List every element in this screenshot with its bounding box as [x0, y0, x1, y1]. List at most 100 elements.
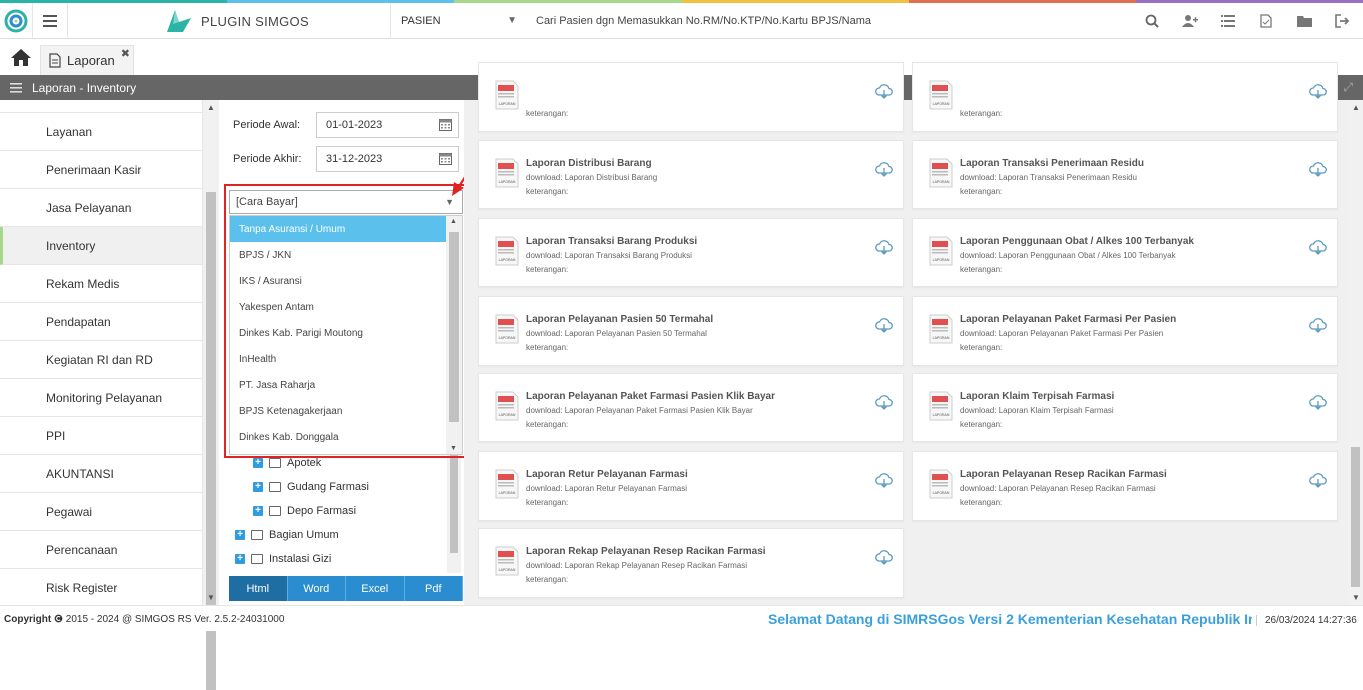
scrollbar-thumb[interactable] [450, 455, 458, 553]
expand-plus-icon[interactable]: + [253, 506, 263, 516]
report-title[interactable]: Laporan Pelayanan Paket Farmasi Per Pasi… [960, 314, 1176, 325]
report-title[interactable]: Laporan Pelayanan Paket Farmasi Pasien K… [526, 391, 775, 402]
tree-node-instalasi-gizi[interactable]: + Instalasi Gizi [235, 551, 331, 567]
sidebar-item-inventory[interactable]: Inventory [0, 227, 202, 265]
report-card[interactable]: LAPORAN Laporan Pelayanan Paket Farmasi P… [912, 296, 1338, 366]
cloud-download-icon[interactable] [1309, 83, 1327, 99]
tree-node-bagian-umum[interactable]: + Bagian Umum [235, 527, 339, 543]
sidebar-item-layanan[interactable]: Layanan [0, 113, 202, 151]
scroll-down-icon[interactable]: ▼ [207, 593, 215, 602]
report-title[interactable]: Laporan Pelayanan Resep Racikan Farmasi [960, 469, 1167, 480]
report-card[interactable]: LAPORAN Laporan Retur Pelayanan Farmasi do… [478, 451, 904, 521]
sidebar-item-akuntansi[interactable]: AKUNTANSI [0, 455, 202, 493]
scroll-up-icon[interactable]: ▲ [207, 103, 215, 112]
search-icon[interactable] [1143, 12, 1161, 30]
report-card[interactable]: LAPORAN Laporan Pelayanan Paket Farmasi P… [478, 373, 904, 442]
cloud-download-icon[interactable] [875, 472, 893, 488]
report-title[interactable]: Laporan Rekap Pelayanan Resep Racikan Fa… [526, 546, 766, 557]
expand-plus-icon[interactable]: + [253, 458, 263, 468]
cloud-download-icon[interactable] [875, 239, 893, 255]
sidebar-item-rekam-medis[interactable]: Rekam Medis [0, 265, 202, 303]
tree-node-depo-farmasi[interactable]: + Depo Farmasi [253, 503, 356, 519]
sidebar-item-ppi[interactable]: PPI [0, 417, 202, 455]
report-title[interactable]: Laporan Klaim Terpisah Farmasi [960, 391, 1114, 402]
report-title[interactable]: Laporan Pelayanan Pasien 50 Termahal [526, 314, 713, 325]
cloud-download-icon[interactable] [1309, 472, 1327, 488]
report-list-scrollbar[interactable]: ▲ ▼ [1348, 100, 1363, 605]
folder-icon [251, 554, 263, 564]
sidebar-item-perencanaan[interactable]: Perencanaan [0, 531, 202, 569]
sidebar-item-kegiatan-ri-rd[interactable]: Kegiatan RI dan RD [0, 341, 202, 379]
sidebar-item-partial[interactable] [0, 100, 202, 113]
hamburger-icon[interactable] [10, 82, 22, 93]
expand-plus-icon[interactable]: + [253, 482, 263, 492]
cloud-download-icon[interactable] [875, 549, 893, 565]
list-icon[interactable] [1219, 12, 1237, 30]
report-title[interactable]: Laporan Penggunaan Obat / Alkes 100 Terb… [960, 236, 1194, 247]
format-pdf-button[interactable]: Pdf [404, 576, 463, 601]
copyright-text: 2015 - 2024 @ SIMGOS RS Ver. 2.5.2-24031… [65, 614, 285, 625]
sidebar-item-risk-register[interactable]: Risk Register [0, 569, 202, 605]
cloud-download-icon[interactable] [1309, 317, 1327, 333]
add-user-icon[interactable] [1181, 12, 1199, 30]
report-card[interactable]: LAPORAN Laporan Transaksi Barang Produksi… [478, 218, 904, 287]
expand-plus-icon[interactable]: + [235, 554, 245, 564]
report-card[interactable]: LAPORAN Laporan Transaksi Penerimaan Resi… [912, 140, 1338, 209]
calendar-icon[interactable] [439, 118, 452, 134]
report-card[interactable]: LAPORAN keterangan: [478, 62, 904, 132]
sidebar-item-jasa-pelayanan[interactable]: Jasa Pelayanan [0, 189, 202, 227]
patient-search-input[interactable]: Cari Pasien dgn Memasukkan No.RM/No.KTP/… [536, 15, 871, 27]
report-card[interactable]: LAPORAN keterangan: [912, 62, 1338, 132]
sidebar-item-penerimaan-kasir[interactable]: Penerimaan Kasir [0, 151, 202, 189]
cloud-download-icon[interactable] [875, 317, 893, 333]
close-icon[interactable]: ✖ [121, 47, 130, 60]
report-card[interactable]: LAPORAN Laporan Klaim Terpisah Farmasi dow… [912, 373, 1338, 442]
periode-akhir-input[interactable]: 31-12-2023 [316, 146, 459, 172]
report-card[interactable]: LAPORAN Laporan Rekap Pelayanan Resep Rac… [478, 528, 904, 598]
report-title[interactable]: Laporan Retur Pelayanan Farmasi [526, 469, 688, 480]
report-card[interactable]: LAPORAN Laporan Pelayanan Pasien 50 Terma… [478, 296, 904, 366]
format-html-button[interactable]: Html [229, 576, 288, 601]
format-excel-button[interactable]: Excel [346, 576, 405, 601]
periode-awal-label: Periode Awal: [233, 119, 301, 131]
expand-plus-icon[interactable]: + [235, 530, 245, 540]
patient-mode-select[interactable]: PASIEN ▼ [390, 3, 525, 39]
periode-awal-input[interactable]: 01-01-2023 [316, 112, 459, 138]
home-icon[interactable] [10, 48, 32, 68]
sidebar-item-pendapatan[interactable]: Pendapatan [0, 303, 202, 341]
document-icon[interactable] [1257, 12, 1275, 30]
cloud-download-icon[interactable] [1309, 161, 1327, 177]
expand-icon[interactable]: ⤢ [1343, 80, 1353, 95]
pdf-file-icon: LAPORAN [929, 80, 953, 110]
report-card[interactable]: LAPORAN Laporan Pelayanan Resep Racikan F… [912, 451, 1338, 521]
sidebar-item-monitoring-pelayanan[interactable]: Monitoring Pelayanan [0, 379, 202, 417]
cloud-download-icon[interactable] [875, 394, 893, 410]
menu-toggle-button[interactable] [32, 3, 68, 39]
report-card[interactable]: LAPORAN Laporan Penggunaan Obat / Alkes 1… [912, 218, 1338, 287]
pdf-file-icon: LAPORAN [495, 158, 519, 188]
pdf-file-icon: LAPORAN [929, 158, 953, 188]
format-word-button[interactable]: Word [287, 576, 346, 601]
report-keterangan: keterangan: [526, 498, 569, 507]
cloud-download-icon[interactable] [875, 83, 893, 99]
sidebar-item-pegawai[interactable]: Pegawai [0, 493, 202, 531]
tab-laporan[interactable]: Laporan ✖ [40, 45, 134, 75]
sidebar-scrollbar[interactable]: ▲ ▼ [203, 100, 219, 690]
report-title[interactable]: Laporan Transaksi Barang Produksi [526, 236, 697, 247]
app-logo[interactable] [0, 3, 32, 39]
cloud-download-icon[interactable] [875, 161, 893, 177]
cloud-download-icon[interactable] [1309, 239, 1327, 255]
scrollbar-thumb[interactable] [1351, 447, 1360, 587]
scroll-down-icon[interactable]: ▼ [1352, 593, 1360, 602]
tree-scrollbar[interactable] [447, 455, 461, 573]
tree-node-gudang-farmasi[interactable]: + Gudang Farmasi [253, 479, 369, 495]
scroll-up-icon[interactable]: ▲ [1352, 103, 1360, 112]
report-title[interactable]: Laporan Transaksi Penerimaan Residu [960, 158, 1144, 169]
report-category-sidebar: Layanan Penerimaan Kasir Jasa Pelayanan … [0, 100, 203, 605]
folder-icon[interactable] [1295, 12, 1313, 30]
cloud-download-icon[interactable] [1309, 394, 1327, 410]
report-title[interactable]: Laporan Distribusi Barang [526, 158, 652, 169]
report-download-text: download: Laporan Transaksi Penerimaan R… [960, 173, 1137, 182]
logout-icon[interactable] [1333, 12, 1351, 30]
report-card[interactable]: LAPORAN Laporan Distribusi Barang download… [478, 140, 904, 209]
